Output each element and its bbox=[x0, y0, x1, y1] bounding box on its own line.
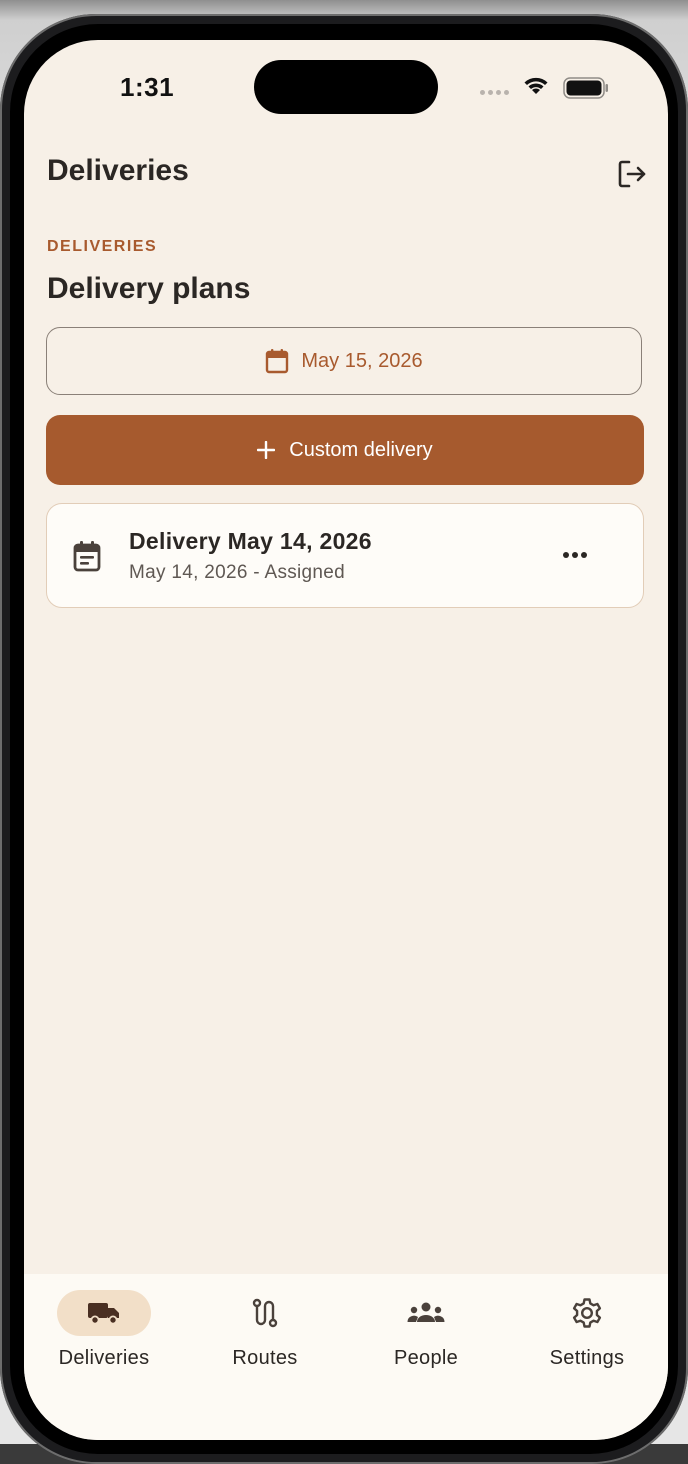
nav-label-deliveries: Deliveries bbox=[58, 1347, 150, 1369]
nav-tab-routes[interactable]: Routes bbox=[185, 1290, 345, 1390]
cellular-signal-icon bbox=[480, 90, 509, 95]
delivery-plan-card[interactable]: Delivery May 14, 2026 May 14, 2026 - Ass… bbox=[46, 503, 644, 608]
custom-delivery-button[interactable]: Custom delivery bbox=[46, 415, 644, 485]
calendar-icon bbox=[266, 349, 289, 374]
app-screen: 1:31 Deliveries DELIVERIES Delivery plan… bbox=[24, 40, 668, 1440]
custom-delivery-label: Custom delivery bbox=[289, 438, 433, 461]
nav-label-people: People bbox=[393, 1347, 459, 1369]
nav-tab-people[interactable]: People bbox=[346, 1290, 506, 1390]
status-time: 1:31 bbox=[120, 72, 175, 102]
battery-icon bbox=[563, 77, 609, 104]
gear-icon bbox=[572, 1298, 602, 1328]
truck-icon bbox=[88, 1303, 119, 1325]
page-title: Deliveries bbox=[47, 154, 189, 187]
logout-button[interactable] bbox=[614, 156, 650, 192]
date-picker-value: May 15, 2026 bbox=[301, 349, 423, 372]
delivery-plan-title: Delivery May 14, 2026 bbox=[129, 528, 372, 554]
more-horizontal-icon bbox=[563, 552, 587, 558]
date-picker-button[interactable]: May 15, 2026 bbox=[46, 327, 642, 395]
nav-tab-settings[interactable]: Settings bbox=[507, 1290, 667, 1390]
dynamic-island bbox=[254, 60, 438, 114]
nav-label-routes: Routes bbox=[232, 1347, 298, 1369]
nav-active-pill bbox=[57, 1290, 151, 1336]
section-eyebrow: DELIVERIES bbox=[47, 238, 158, 255]
logout-icon bbox=[618, 160, 646, 188]
wifi-icon bbox=[522, 74, 550, 101]
nav-tab-deliveries[interactable]: Deliveries bbox=[24, 1290, 184, 1390]
delivery-plan-menu-button[interactable] bbox=[555, 540, 595, 570]
nav-label-settings: Settings bbox=[549, 1347, 625, 1369]
plus-icon bbox=[257, 441, 276, 459]
route-icon bbox=[252, 1298, 278, 1328]
people-icon bbox=[407, 1302, 445, 1322]
event-note-icon bbox=[73, 540, 101, 577]
bottom-navigation: Deliveries Routes People Settings bbox=[24, 1274, 668, 1440]
delivery-plan-subtitle: May 14, 2026 - Assigned bbox=[129, 562, 346, 583]
section-title: Delivery plans bbox=[47, 272, 251, 305]
